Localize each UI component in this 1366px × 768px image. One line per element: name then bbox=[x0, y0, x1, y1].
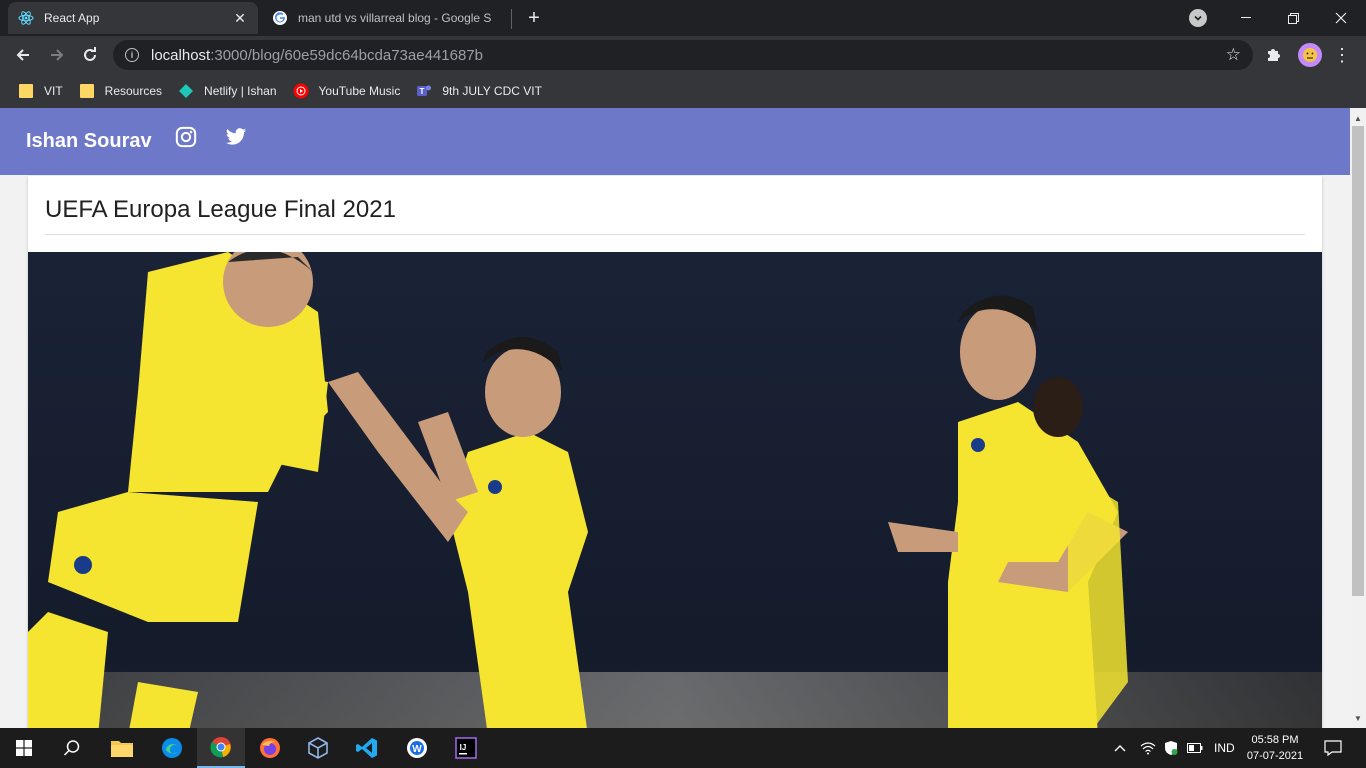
vscode-icon[interactable] bbox=[343, 728, 391, 768]
bookmark-vit[interactable]: VIT bbox=[10, 77, 71, 105]
bookmark-resources[interactable]: Resources bbox=[71, 77, 170, 105]
twitter-icon[interactable] bbox=[225, 126, 249, 150]
virtualbox-icon[interactable] bbox=[294, 728, 342, 768]
back-icon[interactable] bbox=[9, 41, 37, 69]
url-host: localhost bbox=[151, 46, 211, 64]
profile-avatar[interactable] bbox=[1298, 43, 1322, 67]
blog-post-card: UEFA Europa League Final 2021 bbox=[28, 176, 1322, 728]
bookmarks-bar: VIT Resources Netlify | Ishan YouTube Mu… bbox=[0, 74, 1366, 108]
scroll-thumb[interactable] bbox=[1352, 126, 1364, 596]
bookmark-youtube-music[interactable]: YouTube Music bbox=[285, 77, 409, 105]
minimize-icon[interactable] bbox=[1223, 0, 1269, 36]
intellij-icon[interactable]: IJ bbox=[442, 728, 490, 768]
search-icon[interactable] bbox=[48, 728, 96, 768]
restore-icon[interactable] bbox=[1270, 0, 1316, 36]
svg-text:W: W bbox=[412, 744, 422, 755]
tray-expand-icon[interactable] bbox=[1114, 728, 1126, 768]
edge-browser-icon[interactable] bbox=[148, 728, 196, 768]
browser-tab-strip: React App ✕ man utd vs villarreal blog -… bbox=[0, 0, 1366, 36]
post-hero-image bbox=[28, 252, 1322, 728]
netlify-icon bbox=[178, 83, 194, 99]
firefox-icon[interactable] bbox=[246, 728, 294, 768]
tab-separator bbox=[511, 9, 512, 29]
tab-google-search[interactable]: man utd vs villarreal blog - Google S bbox=[262, 2, 510, 34]
tab-title: React App bbox=[44, 11, 100, 25]
browser-toolbar: i localhost:3000/blog/60e59dc64bcda73ae4… bbox=[0, 36, 1366, 74]
wifi-icon[interactable] bbox=[1140, 728, 1156, 768]
title-divider bbox=[45, 234, 1305, 235]
google-icon bbox=[272, 10, 288, 26]
browser-menu-icon[interactable]: ⋮ bbox=[1333, 44, 1351, 66]
close-window-icon[interactable] bbox=[1318, 0, 1364, 36]
extensions-puzzle-icon[interactable] bbox=[1265, 45, 1285, 65]
whatsapp-icon[interactable]: W bbox=[393, 728, 441, 768]
scroll-down-arrow-icon[interactable]: ▼ bbox=[1350, 710, 1366, 726]
tab-title: man utd vs villarreal blog - Google S bbox=[298, 11, 492, 25]
bookmark-label: VIT bbox=[44, 84, 63, 98]
folder-icon bbox=[79, 83, 95, 99]
svg-text:T: T bbox=[420, 87, 425, 96]
bookmark-netlify[interactable]: Netlify | Ishan bbox=[170, 77, 284, 105]
youtube-music-icon bbox=[293, 83, 309, 99]
site-brand[interactable]: Ishan Sourav bbox=[26, 130, 152, 153]
page-scrollbar[interactable]: ▲ ▼ bbox=[1350, 108, 1366, 728]
bookmark-label: YouTube Music bbox=[318, 84, 401, 98]
battery-icon[interactable] bbox=[1187, 728, 1203, 768]
react-icon bbox=[18, 10, 34, 26]
windows-taskbar: W IJ IND 05:58 PM 07-07-2021 bbox=[0, 728, 1366, 768]
site-info-icon[interactable]: i bbox=[125, 48, 139, 62]
bookmark-star-icon[interactable]: ☆ bbox=[1226, 45, 1241, 65]
page-viewport: Ishan Sourav UEFA Europa League Final 20… bbox=[0, 108, 1350, 728]
notifications-icon[interactable] bbox=[1324, 728, 1342, 768]
language-indicator[interactable]: IND bbox=[1214, 728, 1235, 768]
svg-text:IJ: IJ bbox=[460, 743, 467, 752]
clock-date: 07-07-2021 bbox=[1246, 750, 1304, 762]
bookmark-label: Resources bbox=[104, 84, 163, 98]
app-header: Ishan Sourav bbox=[0, 108, 1350, 175]
instagram-icon[interactable] bbox=[175, 126, 199, 150]
scroll-up-arrow-icon[interactable]: ▲ bbox=[1350, 110, 1366, 126]
tab-search-icon[interactable] bbox=[1189, 9, 1207, 27]
bookmark-label: 9th JULY CDC VIT bbox=[442, 84, 542, 98]
folder-icon bbox=[18, 83, 34, 99]
teams-icon: T bbox=[416, 83, 432, 99]
reload-icon[interactable] bbox=[76, 41, 104, 69]
file-explorer-icon[interactable] bbox=[98, 728, 146, 768]
clock-time: 05:58 PM bbox=[1251, 734, 1299, 746]
security-shield-icon[interactable] bbox=[1164, 728, 1178, 768]
bookmark-cdc-vit[interactable]: T 9th JULY CDC VIT bbox=[408, 77, 550, 105]
forward-icon[interactable] bbox=[43, 41, 71, 69]
chrome-icon[interactable] bbox=[197, 728, 245, 768]
post-title: UEFA Europa League Final 2021 bbox=[45, 196, 396, 223]
windows-start-icon[interactable] bbox=[0, 728, 48, 768]
tab-react-app[interactable]: React App ✕ bbox=[8, 2, 258, 34]
close-tab-icon[interactable]: ✕ bbox=[232, 10, 248, 26]
system-clock[interactable]: 05:58 PM 07-07-2021 bbox=[1240, 732, 1310, 764]
address-bar[interactable]: i localhost:3000/blog/60e59dc64bcda73ae4… bbox=[113, 40, 1253, 70]
new-tab-icon[interactable]: + bbox=[522, 6, 546, 30]
bookmark-label: Netlify | Ishan bbox=[204, 84, 277, 98]
url-path: :3000/blog/60e59dc64bcda73ae441687b bbox=[210, 46, 483, 64]
